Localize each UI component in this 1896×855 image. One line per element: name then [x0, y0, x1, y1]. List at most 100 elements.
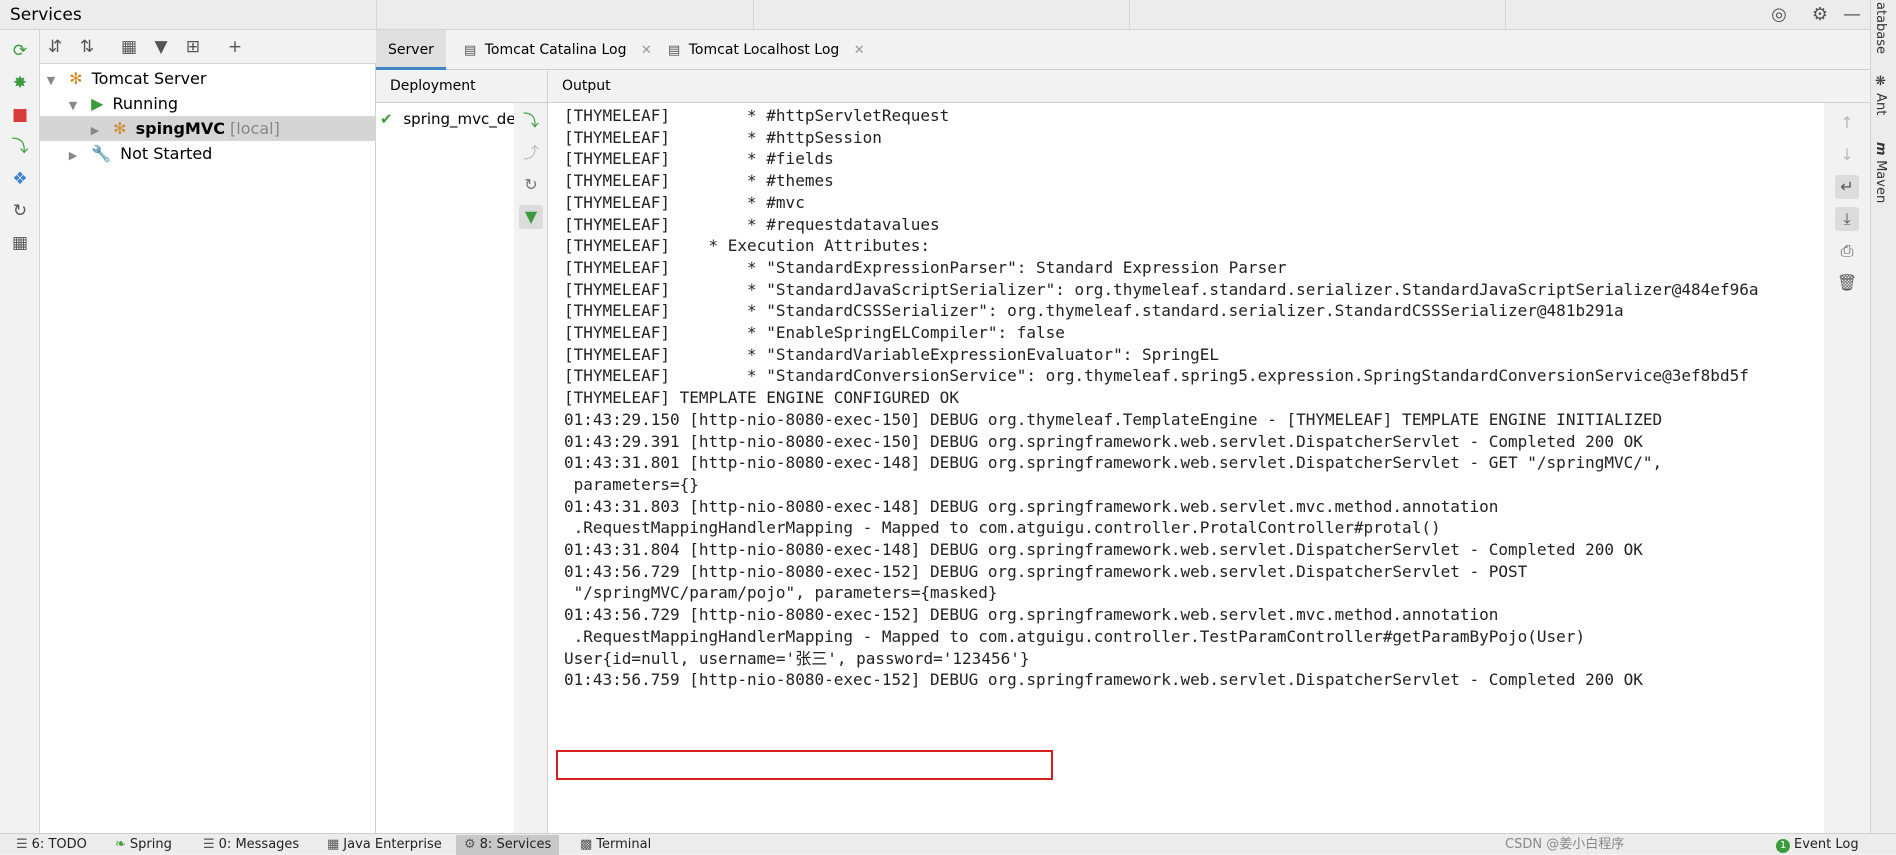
tab-tomcat-localhost-log[interactable]: ▤ Tomcat Localhost Log ✕ — [668, 30, 865, 70]
debug-icon[interactable]: ✸ — [8, 71, 32, 95]
messages-icon: ☰ — [203, 837, 215, 852]
gear-icon[interactable]: ⚙ — [1808, 3, 1832, 27]
watermark: CSDN @姜小白程序 — [1505, 837, 1625, 852]
tree-node-label: spingMVC — [135, 119, 225, 138]
redeploy-icon[interactable]: ↻ — [519, 173, 543, 197]
deploy-icon[interactable]: ⤵ — [8, 135, 32, 159]
event-count-badge: 1 — [1776, 839, 1790, 853]
right-tool-strip: atabase ❋ Ant m Maven — [1870, 0, 1896, 833]
close-icon[interactable]: ✕ — [641, 43, 652, 58]
chevron-down-icon[interactable]: ▼ — [44, 68, 58, 93]
tree-node-label: Running — [112, 94, 179, 113]
tree-node-label: Not Started — [120, 144, 213, 163]
divider — [1129, 0, 1130, 30]
arrow-down-icon[interactable]: ↓ — [1835, 143, 1859, 167]
tool-window-header: Services ◎ ⚙ — — [0, 0, 1870, 30]
expand-all-icon[interactable]: ⇵ — [42, 35, 68, 59]
collapse-all-icon[interactable]: ⇅ — [74, 35, 100, 59]
tab-tomcat-catalina-log[interactable]: ▤ Tomcat Catalina Log ✕ — [464, 30, 652, 70]
stop-icon[interactable]: ■ — [8, 103, 32, 127]
add-service-icon[interactable]: + — [222, 35, 248, 59]
deployment-item-label: spring_mvc_de — [403, 110, 516, 128]
tomcat-icon: ✻ — [69, 69, 83, 88]
scroll-to-end-icon[interactable]: ⤓ — [1835, 207, 1859, 231]
print-icon[interactable]: ⎙ — [1835, 239, 1859, 263]
ant-label: Ant — [1873, 93, 1888, 116]
services-button[interactable]: ⚙ 8: Services — [456, 835, 560, 855]
deployment-toolbar: ⤵ ⤴ ↻ ▼ — [514, 103, 548, 833]
java-enterprise-icon: ▦ — [327, 837, 340, 852]
todo-label: 6: TODO — [31, 837, 87, 852]
chevron-down-icon[interactable]: ▼ — [66, 93, 80, 118]
deployment-header: Deployment — [376, 71, 548, 103]
terminal-icon: ▩ — [580, 837, 593, 852]
event-log-button[interactable]: 1 Event Log — [1776, 835, 1859, 855]
tree-node-tomcat-server[interactable]: ▼ ✻ Tomcat Server — [40, 66, 376, 91]
wrench-icon: 🔧 — [91, 144, 112, 163]
event-log-label: Event Log — [1794, 837, 1859, 852]
minimize-icon[interactable]: — — [1840, 3, 1864, 27]
tomcat-icon: ✻ — [113, 119, 127, 138]
check-icon: ✔ — [380, 110, 393, 128]
tab-bar: Server ▤ Tomcat Catalina Log ✕ ▤ Tomcat … — [376, 30, 1870, 70]
trash-icon[interactable]: 🗑 — [1835, 271, 1859, 295]
run-icon: ▶ — [91, 94, 104, 113]
maven-label: Maven — [1873, 160, 1888, 204]
output-line: 01:43:56.759 [http-nio-8080-exec-152] DE… — [564, 670, 1643, 690]
services-label: 8: Services — [479, 837, 552, 852]
undeploy-icon[interactable]: ⤴ — [519, 141, 543, 165]
tab-label: Server — [388, 42, 434, 58]
group-by-icon[interactable]: ▦ — [116, 35, 142, 59]
deployment-list: ✔ spring_mvc_de — [376, 103, 516, 833]
list-icon: ☰ — [16, 837, 28, 852]
tree-node-running[interactable]: ▼ ▶ Running — [40, 91, 376, 116]
java-enterprise-label: Java Enterprise — [343, 837, 442, 852]
target-icon[interactable]: ◎ — [1767, 3, 1791, 27]
filter-icon[interactable]: ▼ — [148, 35, 174, 59]
services-icon: ⚙ — [464, 837, 476, 852]
todo-button[interactable]: ☰ 6: TODO — [16, 835, 87, 855]
deploy-icon[interactable]: ⤵ — [519, 109, 543, 133]
tab-label: Tomcat Localhost Log — [688, 42, 840, 58]
output-line: 01:43:31.801 [http-nio-8080-exec-148] DE… — [564, 453, 1663, 473]
spring-button[interactable]: ❧ Spring — [115, 835, 172, 855]
update-app-icon[interactable]: ▼ — [519, 205, 543, 229]
services-toolbar: ⟳ ✸ ■ ⤵ ❖ ↻ ▦ — [0, 30, 40, 833]
tab-server[interactable]: Server — [376, 30, 446, 70]
artifacts-icon[interactable]: ❖ — [8, 167, 32, 191]
terminal-button[interactable]: ▩ Terminal — [580, 835, 651, 855]
deployment-item[interactable]: ✔ spring_mvc_de — [380, 107, 516, 131]
spring-label: Spring — [129, 837, 172, 852]
soft-wrap-icon[interactable]: ↵ — [1835, 175, 1859, 199]
maven-tool-button[interactable]: m Maven — [1873, 142, 1888, 203]
refresh-icon[interactable]: ↻ — [8, 199, 32, 223]
highlight-box — [556, 750, 1053, 780]
spring-icon: ❧ — [115, 837, 126, 852]
java-enterprise-button[interactable]: ▦ Java Enterprise — [327, 835, 442, 855]
chevron-right-icon[interactable]: ▶ — [88, 118, 102, 143]
status-bar: ☰ 6: TODO ❧ Spring ☰ 0: Messages ▦ Java Ente… — [0, 833, 1896, 855]
output-console[interactable]: [THYMELEAF] * #httpServletRequest [THYMEL… — [548, 103, 1824, 833]
tab-label: Tomcat Catalina Log — [484, 42, 627, 58]
database-tool-button[interactable]: atabase — [1873, 2, 1888, 54]
messages-button[interactable]: ☰ 0: Messages — [203, 835, 299, 855]
ant-icon: ❋ — [1873, 74, 1888, 94]
tree-node-tag: [local] — [230, 119, 280, 138]
output-header-label: Output — [562, 78, 611, 94]
layout-icon[interactable]: ▦ — [8, 231, 32, 255]
chevron-right-icon[interactable]: ▶ — [66, 143, 80, 168]
new-group-icon[interactable]: ⊞ — [180, 35, 206, 59]
window-title: Services — [10, 5, 82, 25]
services-tree: ▼ ✻ Tomcat Server ▼ ▶ Running ▶ ✻ spingM… — [40, 64, 376, 833]
divider — [376, 0, 377, 30]
close-icon[interactable]: ✕ — [854, 43, 865, 58]
log-icon: ▤ — [464, 43, 477, 58]
arrow-up-icon[interactable]: ↑ — [1835, 111, 1859, 135]
tree-node-spingmvc[interactable]: ▶ ✻ spingMVC [local] — [40, 116, 376, 141]
messages-label: 0: Messages — [218, 837, 300, 852]
rerun-icon[interactable]: ⟳ — [8, 39, 32, 63]
deployment-header-label: Deployment — [390, 78, 476, 94]
ant-tool-button[interactable]: ❋ Ant — [1873, 74, 1888, 115]
divider — [753, 0, 754, 30]
tree-node-not-started[interactable]: ▶ 🔧 Not Started — [40, 141, 376, 166]
